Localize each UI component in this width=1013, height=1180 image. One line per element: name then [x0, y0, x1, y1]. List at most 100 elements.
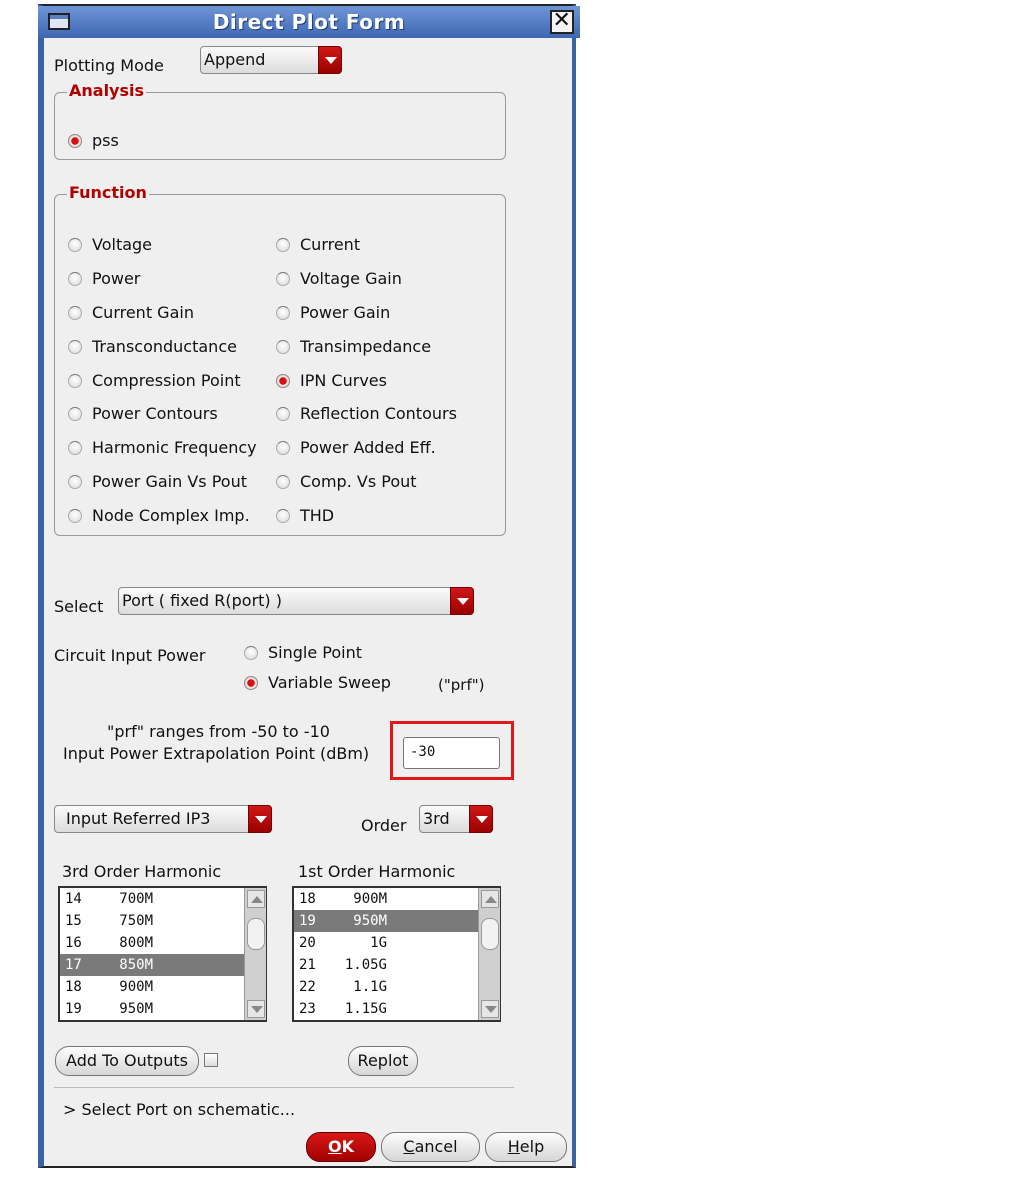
- harmonic-index: 18: [65, 979, 82, 995]
- radio-transconductance[interactable]: Transconductance: [68, 337, 237, 356]
- list-item[interactable]: 20 1G: [294, 932, 500, 954]
- scrollbar[interactable]: [478, 888, 500, 1020]
- radio-label: Power Gain: [300, 303, 391, 322]
- radio-label: Voltage: [92, 235, 153, 254]
- scroll-thumb[interactable]: [481, 918, 499, 950]
- list-item[interactable]: 22 1.1G: [294, 976, 500, 998]
- radio-voltage[interactable]: Voltage: [68, 235, 152, 254]
- measure-value: Input Referred IP3: [66, 809, 211, 828]
- list-item[interactable]: 19 950M: [60, 998, 266, 1020]
- function-title: Function: [67, 183, 149, 202]
- list-item[interactable]: 23 1.15G: [294, 998, 500, 1020]
- radio-label: Power Contours: [92, 404, 218, 423]
- scrollbar[interactable]: [244, 888, 266, 1020]
- radio-label: Current Gain: [92, 303, 194, 322]
- harmonic-frequency: 1.1G: [353, 979, 387, 995]
- list-1st-harmonic[interactable]: 18 900M 19 950M 20 1G 21 1.05G 22 1.1G 23 1.15G: [292, 886, 501, 1022]
- help-button[interactable]: Help: [485, 1132, 567, 1162]
- replot-button[interactable]: Replot: [348, 1046, 418, 1076]
- list-item[interactable]: 17 850M: [60, 954, 266, 976]
- cancel-button[interactable]: Cancel: [381, 1132, 480, 1162]
- radio-thd[interactable]: THD: [276, 506, 334, 525]
- list-item[interactable]: 16 800M: [60, 932, 266, 954]
- ok-label-rest: K: [341, 1137, 354, 1156]
- harmonic-index: 15: [65, 913, 82, 929]
- divider: [54, 1087, 514, 1088]
- radio-comp-vs-pout[interactable]: Comp. Vs Pout: [276, 472, 417, 491]
- radio-icon: [276, 305, 290, 320]
- radio-label: Transconductance: [92, 337, 237, 356]
- radio-label: Node Complex Imp.: [92, 506, 250, 525]
- title-bar[interactable]: Direct Plot Form ✕: [38, 6, 580, 38]
- radio-variable-sweep[interactable]: Variable Sweep: [244, 673, 391, 692]
- plotting-mode-label: Plotting Mode: [54, 56, 164, 75]
- add-to-outputs-button[interactable]: Add To Outputs: [55, 1046, 199, 1076]
- close-icon[interactable]: ✕: [550, 10, 574, 34]
- list-item[interactable]: 18 900M: [294, 888, 500, 910]
- radio-power-contours[interactable]: Power Contours: [68, 404, 218, 423]
- harmonic-index: 17: [65, 957, 82, 973]
- harmonic-frequency: 750M: [119, 913, 153, 929]
- radio-icon: [68, 474, 82, 489]
- radio-label: Harmonic Frequency: [92, 438, 257, 457]
- harmonic-frequency: 850M: [119, 957, 153, 973]
- harmonic-index: 19: [65, 1001, 82, 1017]
- radio-power-gain[interactable]: Power Gain: [276, 303, 390, 322]
- radio-power-added-eff[interactable]: Power Added Eff.: [276, 438, 436, 457]
- radio-compression-point[interactable]: Compression Point: [68, 371, 241, 390]
- extrapolation-label: Input Power Extrapolation Point (dBm): [63, 744, 370, 763]
- list-item[interactable]: 15 750M: [60, 910, 266, 932]
- radio-icon: [276, 237, 290, 252]
- list-item[interactable]: 14 700M: [60, 888, 266, 910]
- measure-dropdown[interactable]: Input Referred IP3: [54, 805, 272, 833]
- radio-current-gain[interactable]: Current Gain: [68, 303, 194, 322]
- radio-current[interactable]: Current: [276, 235, 360, 254]
- harmonic-index: 21: [299, 957, 316, 973]
- scroll-down-icon[interactable]: [247, 1000, 265, 1018]
- scroll-thumb[interactable]: [247, 918, 265, 950]
- select-label: Select: [54, 597, 104, 616]
- radio-icon: [68, 271, 82, 286]
- radio-node-complex-imp[interactable]: Node Complex Imp.: [68, 506, 250, 525]
- list-1st-title: 1st Order Harmonic: [298, 862, 456, 881]
- scroll-up-icon[interactable]: [247, 890, 265, 908]
- list-item[interactable]: 19 950M: [294, 910, 500, 932]
- radio-ipn-curves[interactable]: IPN Curves: [276, 371, 387, 390]
- radio-power-gain-vs-pout[interactable]: Power Gain Vs Pout: [68, 472, 247, 491]
- radio-voltage-gain[interactable]: Voltage Gain: [276, 269, 402, 288]
- radio-harmonic-frequency[interactable]: Harmonic Frequency: [68, 438, 257, 457]
- radio-selected-icon: [68, 133, 82, 148]
- window-menu-icon[interactable]: [48, 13, 70, 30]
- radio-single-point[interactable]: Single Point: [244, 643, 362, 662]
- order-dropdown[interactable]: 3rd: [419, 805, 493, 833]
- radio-transimpedance[interactable]: Transimpedance: [276, 337, 431, 356]
- scroll-down-icon[interactable]: [481, 1000, 499, 1018]
- radio-reflection-contours[interactable]: Reflection Contours: [276, 404, 457, 423]
- window-title: Direct Plot Form: [212, 10, 406, 34]
- circuit-input-power-label: Circuit Input Power: [54, 646, 206, 665]
- radio-pss[interactable]: pss: [68, 131, 119, 150]
- radio-label: Transimpedance: [300, 337, 432, 356]
- list-item[interactable]: 21 1.05G: [294, 954, 500, 976]
- radio-label: Current: [300, 235, 361, 254]
- chevron-down-icon: [248, 805, 272, 833]
- ok-button[interactable]: OK: [306, 1132, 376, 1162]
- select-dropdown[interactable]: Port ( fixed R(port) ): [118, 587, 474, 615]
- list-3rd-harmonic[interactable]: 14 700M 15 750M 16 800M 17 850M 18 900M 19 950M: [58, 886, 267, 1022]
- chevron-down-icon: [469, 805, 493, 833]
- radio-icon: [68, 406, 82, 421]
- add-to-outputs-checkbox[interactable]: [204, 1053, 218, 1067]
- harmonic-frequency: 800M: [119, 935, 153, 951]
- sweep-variable-label: ("prf"): [438, 676, 485, 694]
- plotting-mode-dropdown[interactable]: Append: [200, 46, 342, 74]
- scroll-up-icon[interactable]: [481, 890, 499, 908]
- order-value: 3rd: [423, 809, 450, 828]
- extrapolation-point-input[interactable]: -30: [403, 737, 500, 769]
- radio-icon: [276, 339, 290, 354]
- list-item[interactable]: 18 900M: [60, 976, 266, 998]
- cancel-label-rest: ancel: [414, 1137, 458, 1156]
- radio-icon: [68, 373, 82, 388]
- radio-icon: [276, 474, 290, 489]
- help-label-rest: elp: [519, 1137, 545, 1156]
- radio-power[interactable]: Power: [68, 269, 140, 288]
